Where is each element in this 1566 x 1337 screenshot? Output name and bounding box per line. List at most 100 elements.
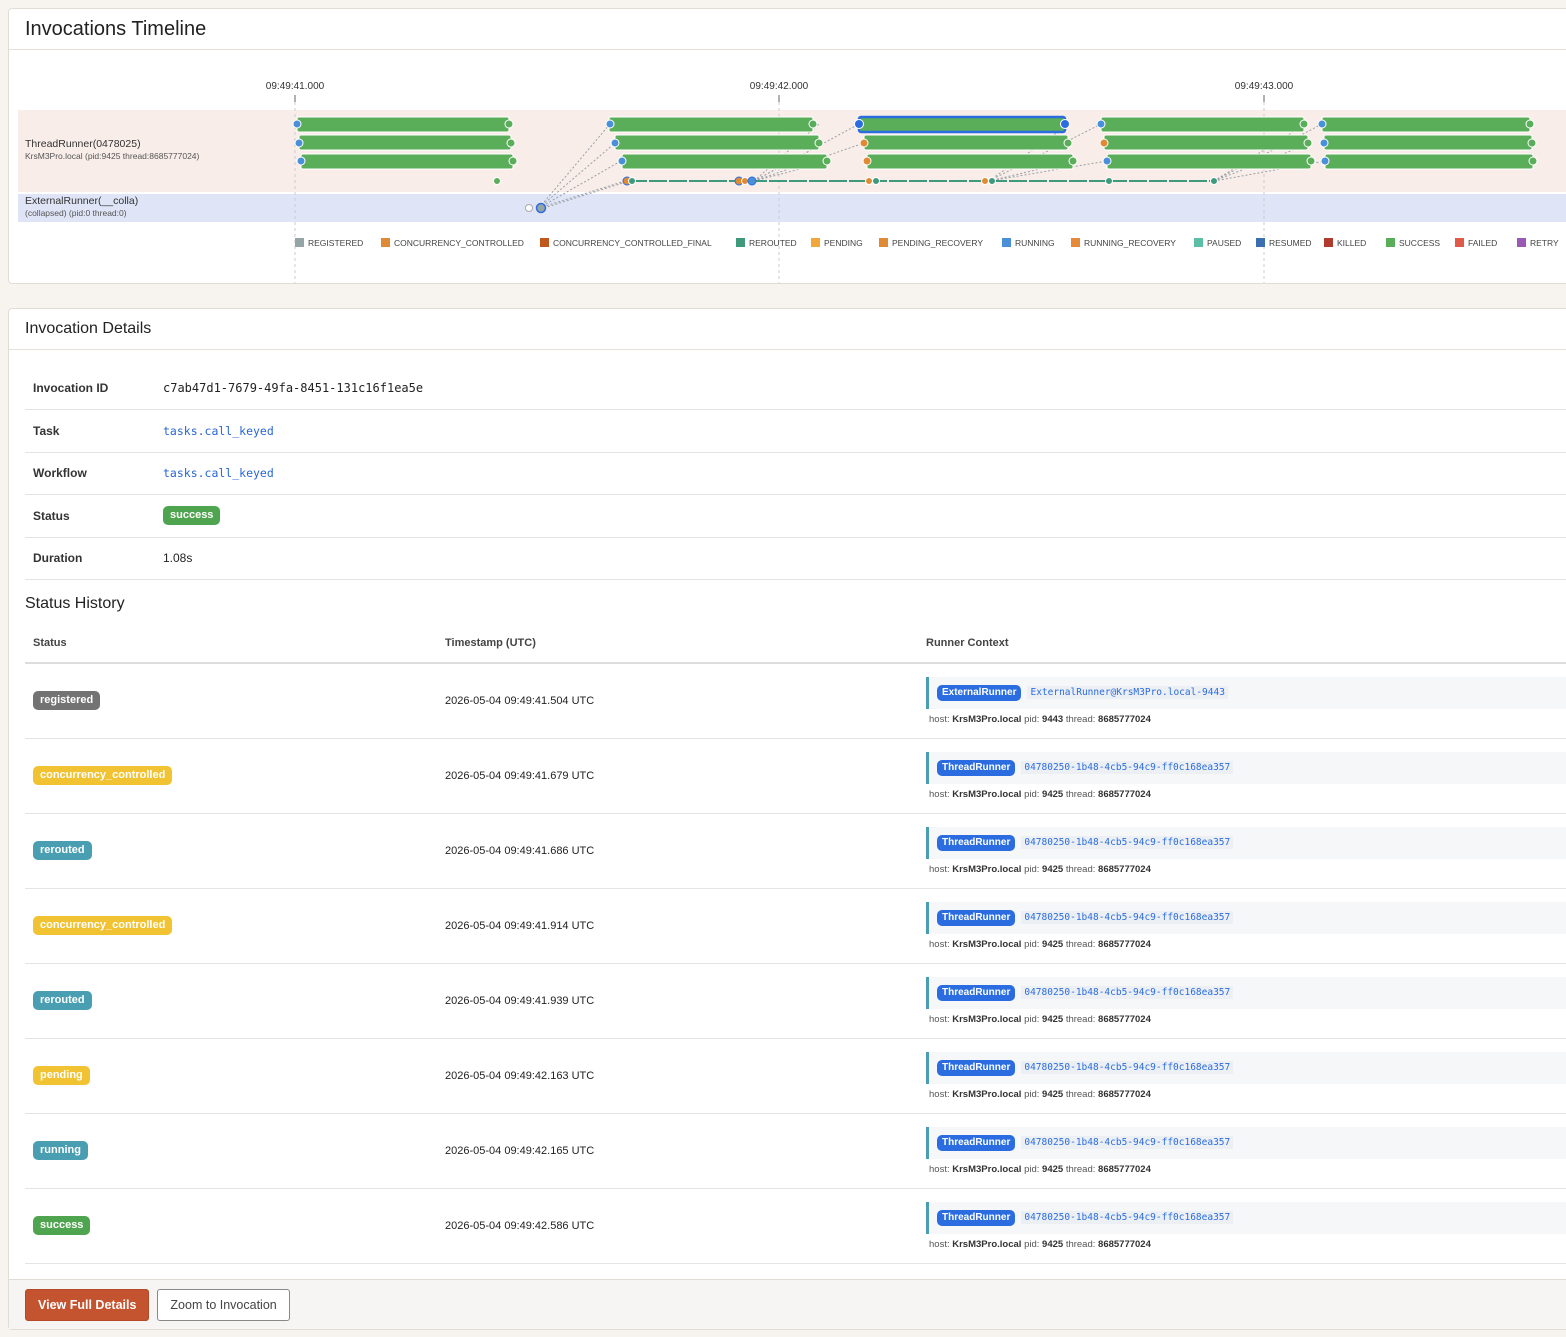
runner-id[interactable]: 04780250-1b48-4cb5-94c9-ff0c168ea357 [1021, 911, 1234, 924]
legend-item: RUNNING_RECOVERY [1071, 238, 1176, 248]
event-dot[interactable] [1102, 156, 1112, 166]
history-status-badge: rerouted [33, 991, 92, 1010]
legend-item: PENDING [811, 238, 863, 248]
event-dot[interactable] [1210, 177, 1218, 185]
history-status-badge: registered [33, 691, 101, 711]
runner-id[interactable]: 04780250-1b48-4cb5-94c9-ff0c168ea357 [1021, 836, 1234, 849]
invocation-bar[interactable] [1103, 134, 1309, 151]
legend-swatch [1002, 238, 1011, 247]
event-dot[interactable] [981, 177, 989, 185]
event-dot[interactable] [1099, 138, 1109, 148]
event-dot[interactable] [535, 202, 547, 214]
event-dot[interactable] [1320, 156, 1330, 166]
event-dot[interactable] [1527, 138, 1537, 148]
lane-external-runner [18, 194, 1566, 222]
event-dot[interactable] [508, 156, 518, 166]
view-full-details-button[interactable]: View Full Details [25, 1288, 150, 1321]
invocation-bar[interactable] [1106, 153, 1312, 170]
event-dot[interactable] [296, 156, 306, 166]
event-dot[interactable] [1063, 138, 1073, 148]
invocation-bar[interactable] [1100, 116, 1305, 133]
runner-id[interactable]: 04780250-1b48-4cb5-94c9-ff0c168ea357 [1021, 1211, 1234, 1224]
event-dot[interactable] [294, 138, 304, 148]
runner-id[interactable]: 04780250-1b48-4cb5-94c9-ff0c168ea357 [1021, 1061, 1234, 1074]
invocation-bar[interactable] [300, 153, 514, 170]
event-dot[interactable] [1060, 119, 1070, 129]
host-value: KrsM3Pro.local [952, 788, 1022, 800]
invocation-bar[interactable] [1323, 134, 1533, 151]
axis-tick-1: 09:49:41.000 [266, 81, 325, 92]
event-dot[interactable] [1528, 156, 1538, 166]
pid-value: 9425 [1042, 938, 1064, 950]
invocation-bar[interactable] [1321, 116, 1531, 133]
event-dot[interactable] [808, 119, 818, 129]
event-dot[interactable] [865, 177, 873, 185]
runner-type-tag: ThreadRunner [937, 984, 1016, 1001]
event-dot[interactable] [1096, 119, 1106, 129]
runner-meta: host: KrsM3Pro.local pid: 9425 thread: 8… [926, 864, 1566, 875]
event-dot[interactable] [1317, 119, 1327, 129]
invocation-bar[interactable] [1324, 153, 1534, 170]
event-dot[interactable] [859, 138, 869, 148]
detail-key: Status [25, 494, 155, 538]
event-dot[interactable] [814, 138, 824, 148]
event-dot[interactable] [854, 119, 864, 129]
event-dot[interactable] [872, 177, 880, 185]
event-dot[interactable] [605, 119, 615, 129]
legend-swatch [811, 238, 820, 247]
history-status-badge: running [33, 1141, 88, 1160]
zoom-to-invocation-button[interactable]: Zoom to Invocation [157, 1288, 290, 1321]
detail-row-invocation-id: Invocation ID c7ab47d1-7679-49fa-8451-13… [25, 367, 1566, 410]
legend-swatch [736, 238, 745, 247]
runner-id[interactable]: ExternalRunner@KrsM3Pro.local-9443 [1027, 686, 1228, 700]
event-dot[interactable] [747, 176, 757, 186]
invocation-bar[interactable] [296, 116, 510, 133]
event-dot[interactable] [504, 119, 514, 129]
event-dot[interactable] [1105, 177, 1113, 185]
invocation-bar[interactable] [866, 153, 1074, 170]
lane-label-thread-runner: ThreadRunner(0478025) [25, 138, 141, 150]
runner-id[interactable]: 04780250-1b48-4cb5-94c9-ff0c168ea357 [1021, 1136, 1234, 1149]
invocation-bar[interactable] [608, 116, 814, 133]
event-dot[interactable] [1306, 156, 1316, 166]
legend-item: REGISTERED [295, 238, 363, 248]
event-dot[interactable] [822, 156, 832, 166]
event-dot[interactable] [988, 177, 996, 185]
legend-swatch [1455, 238, 1464, 247]
event-dot[interactable] [493, 177, 501, 185]
event-dot[interactable] [1303, 138, 1313, 148]
pid-label: pid: [1024, 1238, 1040, 1250]
event-dot[interactable] [525, 204, 533, 212]
legend-item: CONCURRENCY_CONTROLLED [381, 238, 524, 248]
pid-value: 9425 [1042, 788, 1064, 800]
history-status-badge: concurrency_controlled [33, 916, 173, 935]
event-dot[interactable] [610, 138, 620, 148]
event-dot[interactable] [1319, 138, 1329, 148]
runner-id[interactable]: 04780250-1b48-4cb5-94c9-ff0c168ea357 [1021, 761, 1234, 774]
task-link[interactable]: tasks.call_keyed [163, 424, 274, 438]
legend-label: KILLED [1337, 238, 1366, 248]
event-dot[interactable] [292, 119, 302, 129]
event-dot[interactable] [1299, 119, 1309, 129]
invocation-bar[interactable] [621, 153, 828, 170]
workflow-link[interactable]: tasks.call_keyed [163, 466, 274, 480]
event-dot[interactable] [862, 156, 872, 166]
event-dot[interactable] [617, 156, 627, 166]
invocation-bar-selected[interactable] [857, 115, 1067, 134]
event-dot[interactable] [741, 177, 749, 185]
timeline-chart[interactable]: 09:49:41.000 09:49:42.000 09:49:43.000 T… [9, 51, 1566, 283]
runner-id[interactable]: 04780250-1b48-4cb5-94c9-ff0c168ea357 [1021, 986, 1234, 999]
detail-key: Duration [25, 537, 155, 580]
legend-label: SUCCESS [1399, 238, 1440, 248]
event-dot[interactable] [628, 177, 636, 185]
event-dot[interactable] [506, 138, 516, 148]
invocation-bar[interactable] [863, 134, 1069, 151]
invocation-bar[interactable] [298, 134, 512, 151]
timeline-title: Invocations Timeline [9, 9, 1566, 50]
event-dot[interactable] [1525, 119, 1535, 129]
invocation-bar[interactable] [614, 134, 820, 151]
event-dot[interactable] [1068, 156, 1078, 166]
history-status-badge: concurrency_controlled [33, 766, 173, 785]
invocation-bars[interactable] [296, 115, 1534, 170]
legend-label: REGISTERED [308, 238, 363, 248]
